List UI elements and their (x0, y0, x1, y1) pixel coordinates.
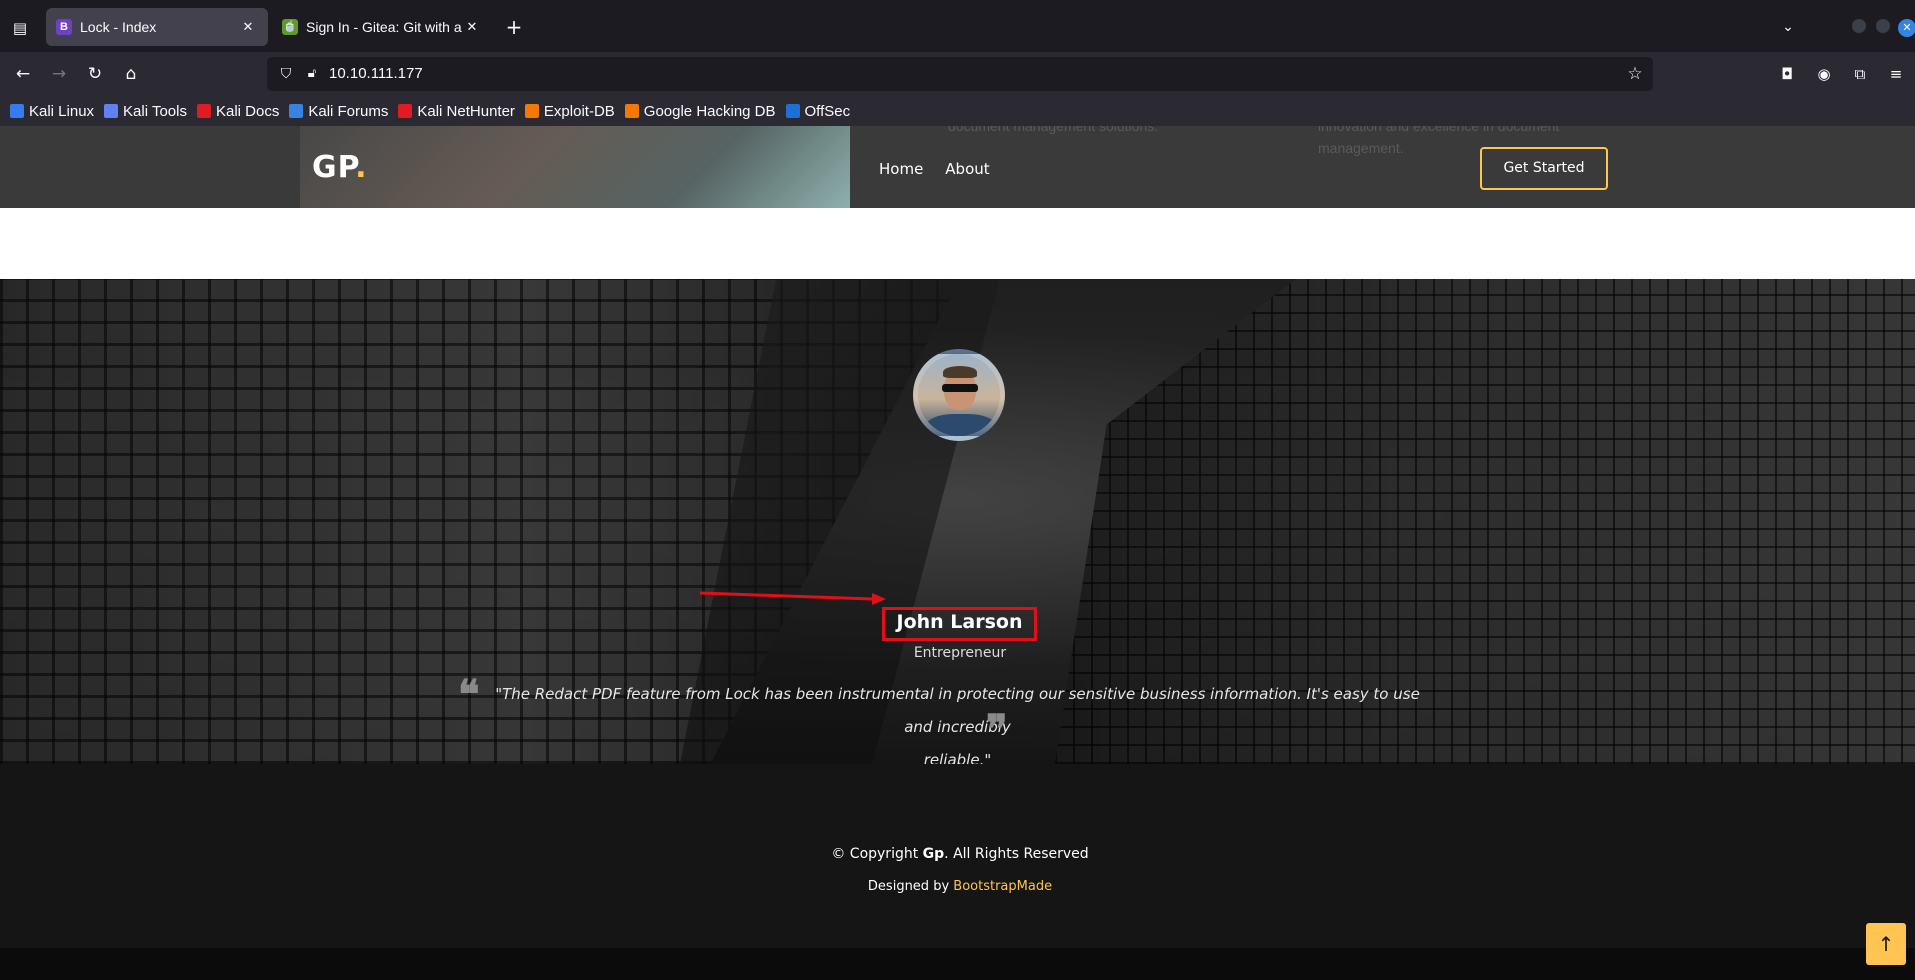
testimonial-name: John Larson (896, 611, 1023, 633)
tab-lock-index[interactable]: B Lock - Index ✕ (46, 8, 268, 46)
designed-by-prefix: Designed by (867, 879, 954, 894)
chevron-down-icon[interactable]: ⌄ (1776, 15, 1800, 39)
copyright-brand: Gp (922, 846, 945, 862)
site-nav: Home About (879, 160, 990, 178)
bookmark-exploit-db[interactable]: Exploit-DB (524, 102, 615, 120)
tab-gitea-sign-in[interactable]: 🍵 Sign In - Gitea: Git with a ✕ (272, 8, 492, 46)
bookmark-kali-linux[interactable]: Kali Linux (10, 103, 94, 120)
site-header: document management solutions. innovatio… (0, 126, 1915, 214)
close-window-icon[interactable]: ✕ (1898, 19, 1915, 37)
quote-line: reliable." (923, 751, 992, 764)
faded-about-text: management. (1318, 140, 1404, 156)
tab-list-icon[interactable]: ▤ (8, 16, 32, 40)
page-viewport: document management solutions. innovatio… (0, 126, 1915, 980)
maximize-window-icon[interactable] (1876, 19, 1890, 33)
extensions-icon[interactable]: ⧉ (1848, 62, 1872, 86)
logo-dot: . (355, 150, 368, 185)
annotation-arrow-shaft (700, 591, 873, 601)
bookmark-google-hacking-db[interactable]: Google Hacking DB (624, 102, 776, 120)
back-to-top-button[interactable]: ↑ (1866, 923, 1906, 965)
browser-tab-bar: ▤ B Lock - Index ✕ 🍵 Sign In - Gitea: Gi… (0, 0, 1915, 52)
kali-dragon-icon (10, 104, 24, 118)
faded-about-text: innovation and excellence in document (1318, 126, 1560, 134)
designed-by-text: Designed by BootstrapMade (0, 879, 1915, 894)
pocket-icon[interactable]: ◘ (1775, 62, 1799, 86)
account-icon[interactable]: ◉ (1812, 62, 1836, 86)
forward-arrow-icon[interactable]: → (47, 62, 71, 86)
offsec-icon (785, 104, 800, 118)
nav-about-link[interactable]: About (945, 160, 989, 178)
bookmark-label: Exploit-DB (543, 102, 615, 120)
arrow-up-icon: ↑ (1877, 932, 1895, 956)
testimonial-quote: "The Redact PDF feature from Lock has be… (480, 678, 1435, 764)
exploit-db-icon (524, 104, 539, 118)
quote-line: "The Redact PDF feature from Lock has be… (495, 685, 1420, 736)
avatar-sunglasses (942, 384, 978, 392)
annotation-arrow (700, 591, 886, 605)
bookmark-offsec[interactable]: OffSec (785, 102, 851, 120)
bookmarks-toolbar: Kali Linux Kali Tools Kali Docs Kali For… (0, 96, 1915, 126)
nav-home-link[interactable]: Home (879, 160, 923, 178)
footer-bottom-strip (0, 948, 1915, 980)
bookmark-label: Kali Tools (123, 102, 187, 120)
url-text[interactable]: 10.10.111.177 (329, 65, 423, 82)
tab-title: Lock - Index (80, 19, 157, 35)
bookmark-kali-forums[interactable]: Kali Forums (289, 103, 388, 120)
quote-close-icon: ❞ (986, 706, 1008, 753)
close-tab-icon[interactable]: ✕ (462, 19, 482, 35)
bookmark-label: Kali Linux (29, 102, 95, 120)
insecure-lock-icon[interactable]: 🔓︎ (303, 65, 321, 83)
kali-docs-icon (196, 104, 211, 118)
header-background-photo (300, 126, 850, 214)
reload-icon[interactable]: ↻ (83, 62, 107, 86)
menu-hamburger-icon[interactable]: ≡ (1884, 62, 1908, 86)
bookmark-label: Kali NetHunter (417, 102, 515, 120)
gitea-favicon-icon: 🍵 (282, 19, 298, 35)
copyright-text: © Copyright Gp. All Rights Reserved (0, 846, 1915, 862)
kali-forums-icon (289, 104, 304, 118)
bookmark-label: Kali Docs (215, 102, 280, 120)
copyright-suffix: . All Rights Reserved (944, 846, 1089, 862)
bookmark-kali-nethunter[interactable]: Kali NetHunter (398, 103, 515, 120)
bookmark-label: OffSec (804, 102, 851, 120)
url-bar[interactable]: ⛉ 🔓︎ 10.10.111.177 ☆ (267, 57, 1653, 91)
new-tab-icon[interactable]: + (502, 15, 526, 39)
avatar-hair (943, 366, 977, 378)
bookmark-star-icon[interactable]: ☆ (1625, 64, 1645, 84)
kali-tools-icon (104, 104, 119, 118)
back-arrow-icon[interactable]: ← (11, 62, 35, 86)
close-tab-icon[interactable]: ✕ (238, 19, 258, 35)
browser-nav-bar: ← → ↻ ⌂ ⛉ 🔓︎ 10.10.111.177 ☆ ◘ ◉ ⧉ ≡ (0, 52, 1915, 96)
testimonial-role: Entrepreneur (913, 645, 1007, 661)
tab-title: Sign In - Gitea: Git with a (306, 19, 462, 35)
bookmark-label: Google Hacking DB (643, 102, 776, 120)
bootstrapmade-link[interactable]: BootstrapMade (953, 879, 1052, 894)
copyright-prefix: © Copyright (831, 846, 923, 862)
site-footer: © Copyright Gp. All Rights Reserved Desi… (0, 764, 1915, 948)
ghdb-icon (624, 104, 639, 118)
section-spacer (0, 208, 1915, 279)
bootstrap-favicon-icon: B (56, 19, 72, 35)
tracking-shield-icon[interactable]: ⛉ (277, 65, 295, 83)
nethunter-icon (398, 104, 413, 118)
annotation-arrow-head (872, 593, 886, 605)
faded-about-text: document management solutions. (948, 126, 1159, 134)
testimonials-section: John Larson Entrepreneur ❝ "The Redact P… (0, 279, 1915, 764)
bookmark-kali-docs[interactable]: Kali Docs (196, 102, 280, 120)
site-logo[interactable]: GP. (312, 150, 368, 185)
bookmark-label: Kali Forums (308, 102, 389, 120)
bookmark-kali-tools[interactable]: Kali Tools (104, 103, 187, 120)
get-started-button[interactable]: Get Started (1480, 147, 1608, 190)
testimonial-avatar (913, 349, 1005, 441)
quote-open-icon: ❝ (458, 671, 480, 718)
home-icon[interactable]: ⌂ (119, 62, 143, 86)
logo-text: GP (312, 150, 356, 185)
minimize-window-icon[interactable] (1852, 19, 1866, 33)
